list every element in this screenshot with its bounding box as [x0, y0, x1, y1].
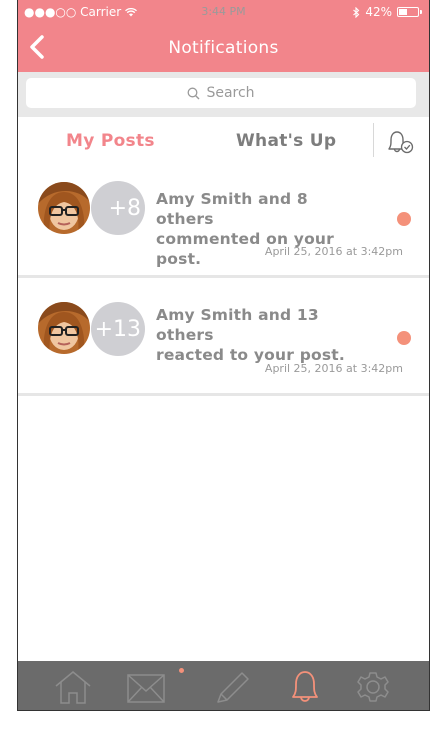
phone-screen: ●●●○○ Carrier 3:44 PM 42% Notifications … — [17, 0, 430, 711]
tab-whats-up[interactable]: What's Up — [236, 131, 336, 151]
bluetooth-icon — [353, 6, 360, 18]
notification-timestamp: April 25, 2016 at 3:42pm — [264, 362, 403, 375]
tab-my-posts[interactable]: My Posts — [66, 131, 155, 151]
profile-photo-icon — [38, 182, 90, 234]
nav-bar: Notifications — [18, 22, 429, 72]
badge-text: +13 — [94, 316, 141, 342]
tab-settings[interactable] — [352, 669, 394, 705]
search-input[interactable]: Search — [26, 78, 416, 108]
profile-photo-icon — [38, 302, 90, 354]
notification-row[interactable]: +13 Amy Smith and 13 others reacted to y… — [18, 278, 429, 396]
battery-percent: 42% — [365, 5, 392, 19]
unread-dot — [397, 331, 411, 345]
tab-bar — [18, 661, 429, 710]
tab-notifications[interactable] — [284, 669, 326, 705]
header: ●●●○○ Carrier 3:44 PM 42% Notifications — [18, 0, 429, 72]
pencil-icon — [217, 672, 249, 703]
avatar — [38, 302, 90, 354]
mail-icon — [127, 674, 165, 703]
battery-icon — [397, 7, 422, 17]
search-bar: Search — [18, 72, 429, 117]
home-icon — [55, 671, 91, 704]
tab-messages[interactable] — [126, 669, 168, 705]
bell-icon — [292, 671, 318, 702]
others-count-badge: +8 — [91, 181, 145, 235]
tab-home[interactable] — [52, 669, 94, 705]
notification-row[interactable]: +8 Amy Smith and 8 others commented on y… — [18, 167, 429, 278]
page-title: Notifications — [168, 38, 279, 58]
notification-text: Amy Smith and 13 others reacted to your … — [156, 305, 356, 365]
notification-settings-button[interactable] — [384, 129, 418, 155]
mail-unread-dot — [179, 668, 184, 673]
search-icon — [187, 87, 200, 99]
notification-line-1: Amy Smith and 13 others — [156, 306, 319, 344]
tab-compose[interactable] — [212, 669, 254, 705]
unread-dot — [397, 212, 411, 226]
tab-divider — [373, 123, 374, 157]
gear-icon — [357, 672, 389, 702]
status-bar: ●●●○○ Carrier 3:44 PM 42% — [18, 0, 429, 22]
notification-list: +8 Amy Smith and 8 others commented on y… — [18, 167, 429, 396]
notification-line-1: Amy Smith and 8 others — [156, 190, 308, 228]
search-placeholder: Search — [206, 85, 255, 101]
status-right: 42% — [353, 5, 422, 19]
bell-check-icon — [388, 131, 414, 154]
others-count-badge: +13 — [91, 302, 145, 356]
segment-tabs: My Posts What's Up — [18, 117, 429, 168]
avatar — [38, 182, 90, 234]
badge-text: +8 — [108, 195, 141, 221]
notification-timestamp: April 25, 2016 at 3:42pm — [264, 245, 403, 258]
